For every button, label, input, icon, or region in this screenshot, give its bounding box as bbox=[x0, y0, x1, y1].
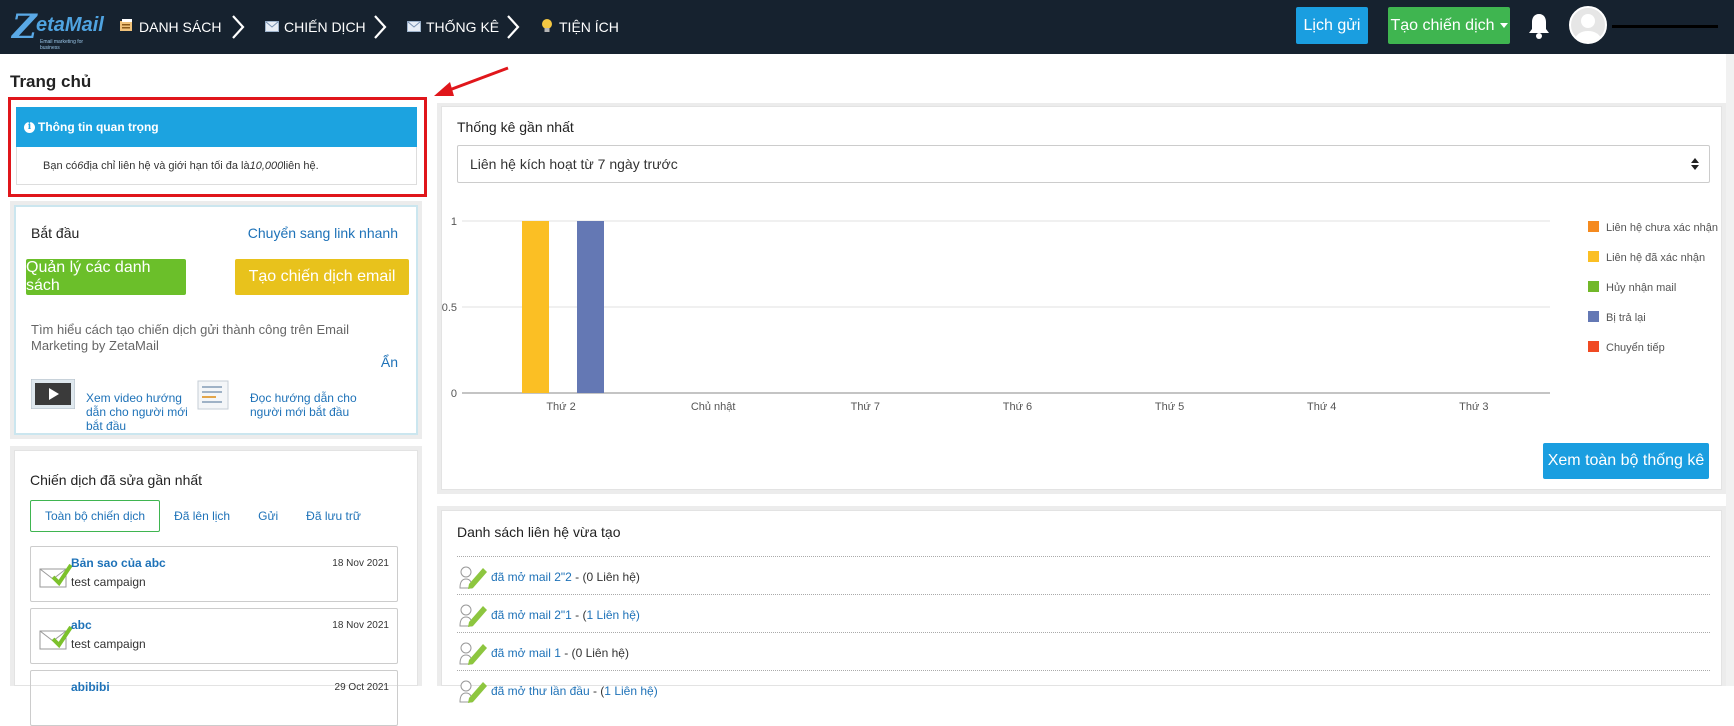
doc-guide-link[interactable]: Đọc hướng dẫn cho người mới bắt đầu bbox=[250, 391, 360, 419]
select-arrows-icon bbox=[1691, 158, 1699, 170]
list-item[interactable]: đã mở mail 2"1 - (1 Liên hệ) bbox=[457, 594, 1710, 632]
legend-label: Liên hệ đã xác nhận bbox=[1606, 252, 1705, 264]
contact-edit-icon bbox=[459, 566, 487, 589]
video-thumbnail-icon[interactable] bbox=[31, 379, 75, 409]
nav-thong-ke[interactable]: THỐNG KÊ bbox=[407, 0, 499, 54]
y-tick-label: 0 bbox=[451, 388, 457, 400]
recent-contacts-title: Danh sách liên hệ vừa tạo bbox=[457, 524, 621, 540]
highlight-box bbox=[8, 97, 427, 197]
chevron-right-icon bbox=[370, 12, 390, 42]
zetamail-logo[interactable]: Z etaMail Email marketing for business bbox=[10, 8, 104, 51]
manage-lists-button[interactable]: Quản lý các danh sách bbox=[26, 259, 186, 295]
top-navbar: Z etaMail Email marketing for business D… bbox=[0, 0, 1734, 54]
campaign-item[interactable]: abc test campaign 18 Nov 2021 bbox=[30, 608, 398, 664]
x-tick-label: Thứ 3 bbox=[1459, 401, 1488, 413]
recent-campaigns-panel: Chiến dịch đã sửa gần nhất Toàn bộ chiến… bbox=[14, 450, 418, 726]
avatar[interactable] bbox=[1569, 6, 1607, 44]
legend-swatch bbox=[1588, 341, 1599, 352]
campaign-item[interactable]: Bản sao của abc test campaign 18 Nov 202… bbox=[30, 546, 398, 602]
recent-contacts-panel: Danh sách liên hệ vừa tạo đã mở mail 2"2… bbox=[441, 510, 1722, 703]
legend-label: Liên hệ chưa xác nhận bbox=[1606, 222, 1718, 234]
legend-swatch bbox=[1588, 311, 1599, 322]
lich-gui-button[interactable]: Lịch gửi bbox=[1296, 7, 1368, 44]
nav-chien-dich[interactable]: CHIẾN DỊCH bbox=[265, 0, 366, 54]
nav-danh-sach[interactable]: DANH SÁCH bbox=[120, 0, 221, 54]
x-tick-label: Thứ 5 bbox=[1155, 401, 1184, 413]
legend-label: Hủy nhận mail bbox=[1606, 282, 1676, 294]
envelope-check-icon bbox=[39, 625, 73, 650]
x-tick-label: Chủ nhật bbox=[691, 401, 736, 413]
learn-text: Tìm hiểu cách tạo chiến dịch gửi thành c… bbox=[31, 322, 349, 353]
chevron-right-icon bbox=[503, 12, 523, 42]
list-item[interactable]: đã mở mail 1 - (0 Liên hệ) bbox=[457, 632, 1710, 670]
list-item[interactable]: đã mở thư lần đầu - (1 Liên hệ) bbox=[457, 670, 1710, 708]
tab-all-campaigns[interactable]: Toàn bộ chiến dịch bbox=[30, 500, 161, 532]
username-redacted bbox=[1612, 25, 1718, 28]
document-thumbnail-icon[interactable] bbox=[196, 379, 234, 411]
list-item[interactable]: đã mở mail 2"2 - (0 Liên hệ) bbox=[457, 556, 1710, 594]
nav-tien-ich[interactable]: TIỆN ÍCH bbox=[540, 0, 619, 54]
contact-edit-icon bbox=[459, 680, 487, 703]
recent-campaigns-title: Chiến dịch đã sửa gần nhất bbox=[30, 472, 203, 488]
tab-sent[interactable]: Gửi bbox=[244, 500, 292, 532]
envelope-icon bbox=[407, 20, 421, 35]
view-all-stats-button[interactable]: Xem toàn bộ thống kê bbox=[1543, 443, 1709, 479]
chevron-right-icon bbox=[228, 12, 248, 42]
x-tick-label: Thứ 4 bbox=[1307, 401, 1336, 413]
stats-period-select[interactable]: Liên hệ kích hoạt từ 7 ngày trước bbox=[457, 145, 1710, 183]
start-panel: Bắt đầu Chuyển sang link nhanh Quản lý c… bbox=[14, 205, 418, 435]
start-title: Bắt đầu bbox=[31, 225, 80, 241]
y-tick-label: 0.5 bbox=[442, 302, 457, 314]
legend-swatch bbox=[1588, 281, 1599, 292]
tab-scheduled[interactable]: Đã lên lịch bbox=[160, 500, 244, 532]
red-arrow-annotation bbox=[434, 66, 509, 96]
stats-panel: 0 0.5 1 Thứ 2 Chủ nhật Thứ 7 Thứ 6 Thứ 5 Thứ 4 Th… bbox=[441, 106, 1722, 490]
tao-chien-dich-button[interactable]: Tạo chiến dịch bbox=[1388, 7, 1510, 44]
campaign-item[interactable]: abibibi 29 Oct 2021 bbox=[30, 670, 398, 726]
tab-archived[interactable]: Đã lưu trữ bbox=[292, 500, 375, 532]
stats-title: Thống kê gần nhất bbox=[457, 119, 574, 135]
video-guide-link[interactable]: Xem video hướng dẫn cho người mới bắt đầ… bbox=[86, 391, 196, 433]
legend-label: Chuyển tiếp bbox=[1606, 342, 1665, 354]
page-scrollbar[interactable] bbox=[1726, 54, 1734, 686]
contact-edit-icon bbox=[459, 642, 487, 665]
bell-icon[interactable] bbox=[1527, 12, 1551, 40]
contact-edit-icon bbox=[459, 604, 487, 627]
x-tick-label: Thứ 6 bbox=[1003, 401, 1032, 413]
create-campaign-button[interactable]: Tạo chiến dịch email bbox=[235, 259, 409, 295]
envelope-check-icon bbox=[39, 563, 73, 588]
lightbulb-icon bbox=[540, 18, 554, 36]
page-title: Trang chủ bbox=[10, 72, 92, 91]
list-icon bbox=[120, 19, 134, 35]
caret-down-icon bbox=[1499, 23, 1508, 28]
legend-swatch bbox=[1588, 251, 1599, 262]
x-tick-label: Thứ 7 bbox=[851, 401, 880, 413]
hide-link[interactable]: Ẩn bbox=[381, 354, 398, 370]
bar-Bị trả lại bbox=[577, 221, 604, 393]
quick-link[interactable]: Chuyển sang link nhanh bbox=[248, 225, 398, 241]
legend-label: Bị trả lại bbox=[1606, 312, 1646, 324]
bar-Liên hệ đã xác nhận bbox=[522, 221, 549, 393]
envelope-icon bbox=[265, 20, 279, 35]
x-tick-label: Thứ 2 bbox=[546, 401, 575, 413]
legend-swatch bbox=[1588, 221, 1599, 232]
y-tick-label: 1 bbox=[451, 216, 457, 228]
campaign-tabs: Toàn bộ chiến dịch Đã lên lịch Gửi Đã lư… bbox=[30, 500, 375, 532]
